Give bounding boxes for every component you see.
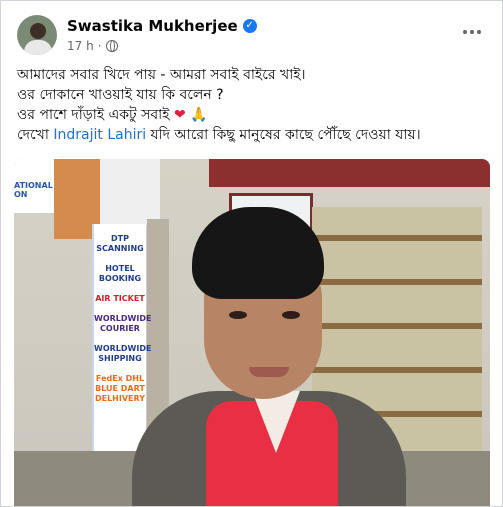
praying-hands-icon: 🙏 (185, 107, 208, 123)
boy-portrait (110, 207, 410, 506)
hair (192, 207, 324, 299)
post-meta: 17 h · (67, 39, 118, 53)
more-options-icon[interactable] (458, 21, 486, 43)
heart-icon: ❤ (173, 107, 186, 123)
post-photo[interactable]: ATIONAL ON DTP SCANNING HOTEL BOOKING AI… (14, 159, 490, 506)
mouth (249, 367, 289, 377)
verified-badge-icon: ✓ (242, 19, 257, 33)
right-eye (282, 311, 300, 319)
storefront-frame (209, 159, 490, 187)
post-line-1: আমাদের সবার খিদে পায় - আমরা সবাই বাইরে … (17, 67, 306, 83)
author-name[interactable]: Swastika Mukherjee (67, 17, 238, 35)
facebook-post-card: Swastika Mukherjee ✓ 17 h · আমাদের সবার … (0, 0, 503, 507)
post-text: আমাদের সবার খিদে পায় - আমরা সবাই বাইরে … (17, 65, 487, 145)
left-eye (229, 311, 247, 319)
avatar-body-icon (24, 40, 52, 55)
meta-separator: · (97, 39, 102, 53)
post-line-2: ওর দোকানে খাওয়াই যায় কি বলেন ? (17, 87, 224, 103)
public-globe-icon (105, 40, 118, 52)
avatar[interactable] (17, 15, 57, 55)
post-time[interactable]: 17 h (67, 39, 94, 53)
shop-sign: ATIONAL ON (14, 159, 54, 213)
post-header: Swastika Mukherjee ✓ 17 h · (17, 15, 486, 59)
author-row: Swastika Mukherjee ✓ (67, 17, 257, 35)
post-line-4: দেখো Indrajit Lahiri যদি আরো কিছু মানুষে… (17, 127, 421, 143)
post-line-3: ওর পাশে দাঁড়াই একটু সবাই ❤ 🙏 (17, 107, 208, 123)
avatar-head-icon (30, 23, 46, 39)
mention-link[interactable]: Indrajit Lahiri (53, 127, 146, 143)
